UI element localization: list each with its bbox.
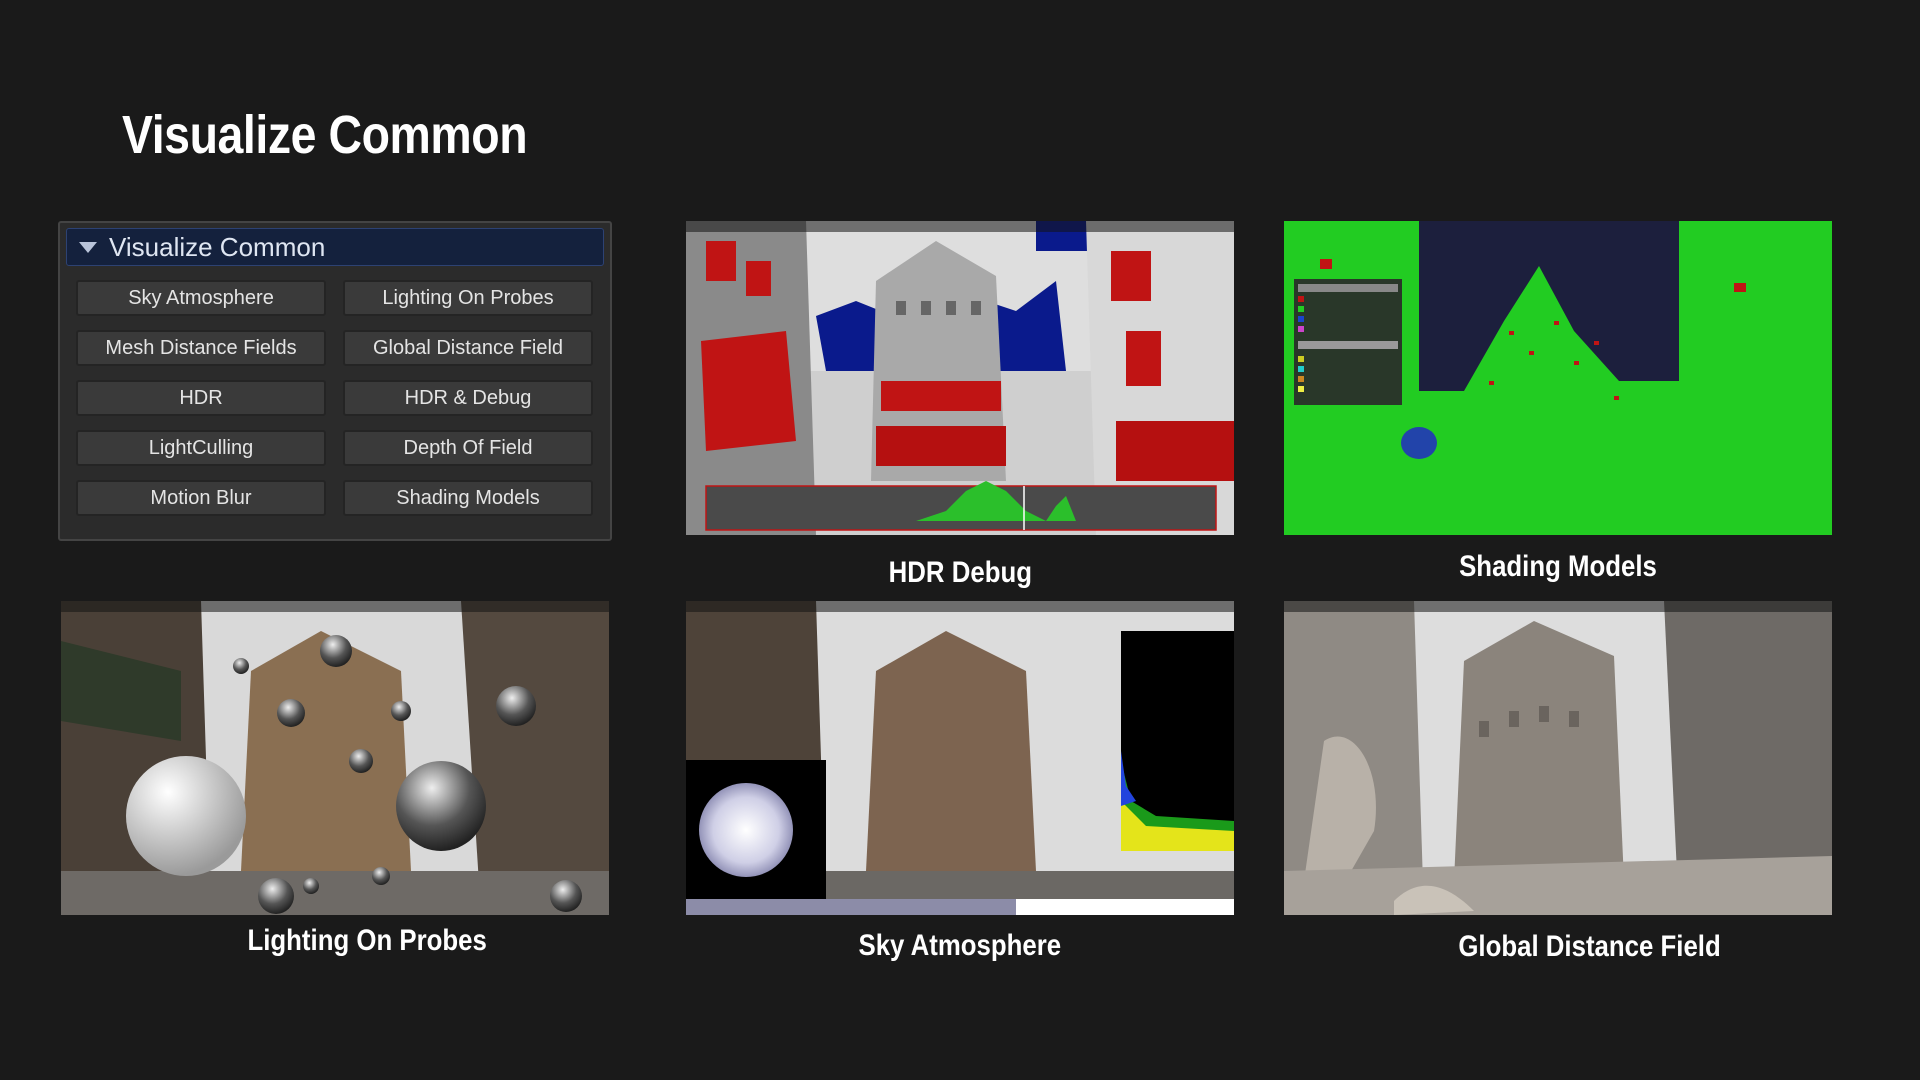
shading-models-scene [1284,221,1832,535]
global-distance-field-scene [1284,601,1832,915]
shading-models-button[interactable]: Shading Models [343,480,593,516]
viewport-toolbar [686,601,1234,612]
motion-blur-button[interactable]: Motion Blur [76,480,326,516]
mesh-distance-fields-button[interactable]: Mesh Distance Fields [76,330,326,366]
panel-header[interactable]: Visualize Common [66,228,604,266]
viewport-toolbar [1284,601,1832,612]
hdr-debug-image [686,221,1234,535]
global-distance-field-button[interactable]: Global Distance Field [343,330,593,366]
visualize-common-panel: Visualize Common Sky Atmosphere Lighting… [58,221,612,541]
panel-header-label: Visualize Common [109,231,326,262]
lighting-on-probes-button[interactable]: Lighting On Probes [343,280,593,316]
button-grid: Sky Atmosphere Lighting On Probes Mesh D… [76,280,596,516]
hdr-button[interactable]: HDR [76,380,326,416]
sky-atmosphere-scene [686,601,1234,915]
viewport-toolbar [61,601,609,612]
lighting-on-probes-caption: Lighting On Probes [247,924,487,957]
global-distance-field-image [1284,601,1832,915]
shading-models-image [1284,221,1832,535]
sky-atmosphere-caption: Sky Atmosphere [858,929,1062,962]
viewport-toolbar [686,221,1234,232]
lighting-on-probes-scene [61,601,609,915]
sky-atmosphere-image [686,601,1234,915]
hdr-debug-scene [686,221,1234,535]
hdr-debug-caption: HDR Debug [888,556,1032,589]
depth-of-field-button[interactable]: Depth Of Field [343,430,593,466]
global-distance-field-caption: Global Distance Field [1458,930,1722,963]
lighting-on-probes-image [61,601,609,915]
slide-title: Visualize Common [122,105,528,165]
light-culling-button[interactable]: LightCulling [76,430,326,466]
shading-models-caption: Shading Models [1459,550,1657,583]
hdr-debug-button[interactable]: HDR & Debug [343,380,593,416]
sky-atmosphere-button[interactable]: Sky Atmosphere [76,280,326,316]
collapse-triangle-icon[interactable] [79,241,97,253]
